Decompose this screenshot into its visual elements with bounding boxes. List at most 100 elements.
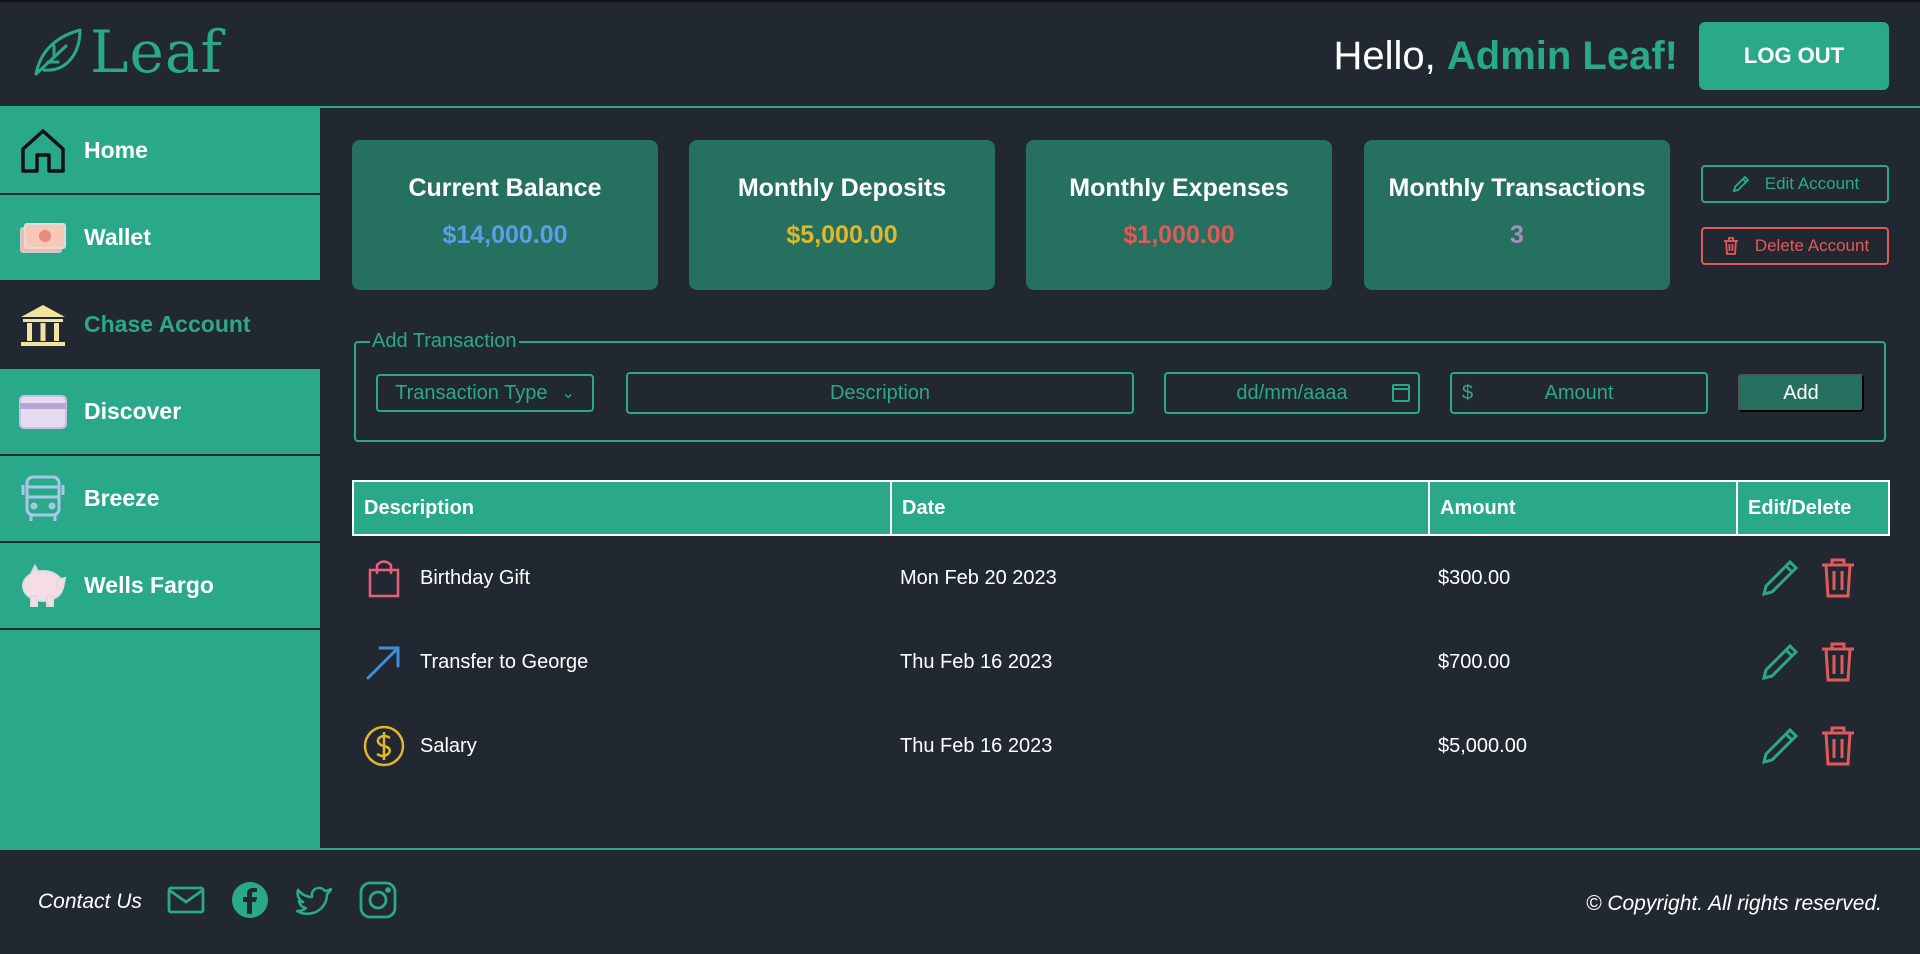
row-amount: $700.00 xyxy=(1438,650,1511,673)
instagram-icon[interactable] xyxy=(358,880,398,920)
row-description: Transfer to George xyxy=(420,650,589,673)
sidebar-item-label: Home xyxy=(84,137,148,163)
row-date: Mon Feb 20 2023 xyxy=(900,566,1057,589)
row-amount: $5,000.00 xyxy=(1438,734,1527,757)
delete-trash-icon[interactable] xyxy=(1816,556,1860,600)
pencil-icon xyxy=(1732,175,1750,193)
row-actions xyxy=(1736,556,1886,600)
card-value: $5,000.00 xyxy=(786,221,898,249)
card-title: Current Balance xyxy=(408,174,602,202)
date-input[interactable]: dd/mm/aaaa xyxy=(1164,372,1420,414)
facebook-icon[interactable] xyxy=(230,880,270,920)
row-actions xyxy=(1736,640,1886,684)
mail-icon[interactable] xyxy=(166,880,206,920)
cash-icon xyxy=(16,211,70,265)
amount-placeholder: Amount xyxy=(1544,381,1614,404)
row-description-cell: Birthday Gift xyxy=(352,556,890,600)
monthly-transactions-card: Monthly Transactions 3 xyxy=(1364,140,1670,290)
transaction-type-value: Transaction Type xyxy=(395,381,548,404)
delete-trash-icon[interactable] xyxy=(1816,640,1860,684)
edit-pencil-icon[interactable] xyxy=(1758,556,1802,600)
sidebar-item-label: Wallet xyxy=(84,224,151,250)
description-placeholder: Description xyxy=(829,381,931,404)
description-input[interactable]: Description xyxy=(626,372,1134,414)
table-header: Description Date Amount Edit/Delete xyxy=(352,480,1890,536)
sidebar-item-home[interactable]: Home xyxy=(0,108,320,195)
chevron-down-icon: ⌄ xyxy=(561,385,575,402)
transaction-type-select[interactable]: Transaction Type ⌄ xyxy=(376,374,594,412)
column-header-description[interactable]: Description xyxy=(354,482,892,534)
table-row: Birthday Gift Mon Feb 20 2023 $300.00 xyxy=(352,536,1890,620)
card-value: $14,000.00 xyxy=(442,221,568,249)
add-transaction-legend: Add Transaction xyxy=(372,330,517,352)
row-date: Thu Feb 16 2023 xyxy=(900,734,1053,757)
row-date: Thu Feb 16 2023 xyxy=(900,650,1053,673)
date-placeholder: dd/mm/aaaa xyxy=(1236,381,1348,404)
current-balance-card: Current Balance $14,000.00 xyxy=(352,140,658,290)
bank-icon xyxy=(16,298,70,352)
greeting-text: Hello, xyxy=(1333,34,1436,78)
amount-input[interactable]: $ Amount xyxy=(1450,372,1708,414)
sidebar-item-label: Discover xyxy=(84,398,182,424)
leaf-icon xyxy=(34,28,82,76)
add-transaction-button[interactable]: Add xyxy=(1738,374,1864,412)
edit-account-label: Edit Account xyxy=(1764,174,1860,193)
copyright-text: © Copyright. All rights reserved. xyxy=(1586,892,1882,915)
logout-button[interactable]: LOG OUT xyxy=(1699,22,1889,90)
currency-symbol: $ xyxy=(1462,381,1474,404)
card-value: $1,000.00 xyxy=(1123,221,1235,249)
edit-account-button[interactable]: Edit Account xyxy=(1701,165,1889,203)
arrow-up-right-icon xyxy=(362,640,406,684)
trash-icon xyxy=(1723,237,1738,255)
logo[interactable]: Leaf xyxy=(30,18,223,86)
home-icon xyxy=(16,124,70,178)
row-description-cell: Salary xyxy=(352,724,890,768)
sidebar-item-label: Breeze xyxy=(84,485,160,511)
row-description: Salary xyxy=(420,734,477,757)
transactions-table: Description Date Amount Edit/Delete Birt… xyxy=(352,480,1890,788)
card-title: Monthly Transactions xyxy=(1388,174,1646,202)
edit-pencil-icon[interactable] xyxy=(1758,724,1802,768)
sidebar-item-label: Chase Account xyxy=(84,311,251,337)
piggy-bank-icon xyxy=(16,559,70,613)
delete-account-label: Delete Account xyxy=(1754,236,1870,255)
social-links xyxy=(166,880,398,920)
row-amount: $300.00 xyxy=(1438,566,1511,589)
main-content: Current Balance $14,000.00 Monthly Depos… xyxy=(320,108,1920,850)
sidebar: Home Wallet Chase Account Discover Breez… xyxy=(0,108,320,850)
edit-pencil-icon[interactable] xyxy=(1758,640,1802,684)
column-header-edit-delete: Edit/Delete xyxy=(1748,496,1852,519)
column-header-date[interactable]: Date xyxy=(892,482,1430,534)
user-name: Admin Leaf! xyxy=(1446,34,1678,78)
card-value: 3 xyxy=(1510,221,1524,249)
row-actions xyxy=(1736,724,1886,768)
table-row: Transfer to George Thu Feb 16 2023 $700.… xyxy=(352,620,1890,704)
sidebar-item-discover[interactable]: Discover xyxy=(0,369,320,456)
table-row: Salary Thu Feb 16 2023 $5,000.00 xyxy=(352,704,1890,788)
contact-us-label: Contact Us xyxy=(38,890,142,913)
greeting: Hello, Admin Leaf! xyxy=(1333,32,1678,80)
card-title: Monthly Deposits xyxy=(737,174,947,202)
row-description-cell: Transfer to George xyxy=(352,640,890,684)
column-header-amount[interactable]: Amount xyxy=(1430,482,1738,534)
sidebar-item-chase-account[interactable]: Chase Account xyxy=(0,282,320,369)
card-title: Monthly Expenses xyxy=(1069,174,1289,202)
sidebar-item-wallet[interactable]: Wallet xyxy=(0,195,320,282)
row-description: Birthday Gift xyxy=(420,566,531,589)
credit-card-icon xyxy=(16,385,70,439)
top-header: Leaf Hello, Admin Leaf! LOG OUT xyxy=(0,0,1920,108)
monthly-deposits-card: Monthly Deposits $5,000.00 xyxy=(689,140,995,290)
calendar-icon[interactable] xyxy=(1392,384,1410,402)
sidebar-item-label: Wells Fargo xyxy=(84,572,214,598)
footer: Contact Us © Copyright. All rights reser… xyxy=(0,850,1920,954)
logo-text: Leaf xyxy=(90,18,223,86)
delete-trash-icon[interactable] xyxy=(1816,724,1860,768)
monthly-expenses-card: Monthly Expenses $1,000.00 xyxy=(1026,140,1332,290)
bus-icon xyxy=(16,472,70,526)
sidebar-item-breeze[interactable]: Breeze xyxy=(0,456,320,543)
sidebar-item-wells-fargo[interactable]: Wells Fargo xyxy=(0,543,320,630)
twitter-icon[interactable] xyxy=(294,880,334,920)
dollar-coin-icon xyxy=(362,724,406,768)
delete-account-button[interactable]: Delete Account xyxy=(1701,227,1889,265)
shopping-bag-icon xyxy=(362,556,406,600)
